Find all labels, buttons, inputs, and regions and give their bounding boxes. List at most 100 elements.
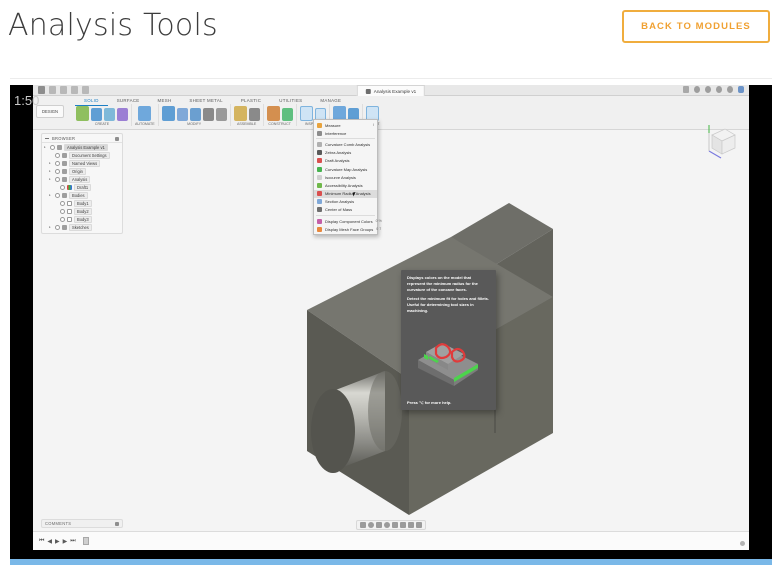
menu-item-minimum-radius-analysis[interactable]: Minimum Radius Analysis	[314, 189, 377, 198]
menu-item-draft-analysis[interactable]: Draft Analysis	[314, 157, 377, 165]
menu-item-label: Display Mesh Face Groups	[325, 226, 374, 232]
panel-button-row[interactable]	[266, 104, 293, 121]
ribbon-command-button[interactable]	[176, 108, 188, 121]
panel-button-row[interactable]	[76, 104, 128, 121]
menu-item-curvature-map-analysis[interactable]: Curvature Map Analysis	[314, 165, 377, 173]
timeline-prev-icon[interactable]: ◀	[47, 538, 52, 545]
job-status-icon[interactable]	[694, 86, 700, 93]
look-at-icon[interactable]	[392, 522, 398, 528]
comments-label: COMMENTS	[45, 521, 72, 526]
ribbon-command-button[interactable]	[215, 108, 227, 121]
extensions-icon[interactable]	[705, 86, 711, 93]
viewports-icon[interactable]	[416, 522, 422, 528]
ribbon-command-button[interactable]	[117, 108, 128, 121]
panel-button-row[interactable]	[161, 104, 227, 121]
timeline-next-icon[interactable]: ▶	[63, 538, 68, 545]
menu-item-curvature-comb-analysis[interactable]: Curvature Comb Analysis	[314, 140, 377, 148]
ribbon-panel-create: CREATE	[73, 104, 132, 126]
undo-icon[interactable]	[71, 86, 78, 94]
model-viewport[interactable]	[33, 133, 749, 531]
file-icon[interactable]	[60, 86, 67, 94]
document-tab-label: Analysis Example v1	[373, 88, 417, 94]
pan-icon[interactable]	[368, 522, 374, 528]
save-icon[interactable]	[49, 86, 56, 94]
account-avatar[interactable]	[738, 86, 744, 93]
menu-item-interference[interactable]: Interference	[314, 129, 377, 137]
menu-item-label: Curvature Map Analysis	[325, 166, 368, 172]
menu-item-zebra-analysis[interactable]: Zebra Analysis	[314, 149, 377, 157]
video-player[interactable]: 1:50 Analysis Example v1 DESIGN SOLID SU…	[10, 85, 772, 565]
panel-button-row[interactable]	[138, 104, 152, 121]
page-title: Analysis Tools	[8, 8, 218, 43]
add-tab-icon[interactable]	[683, 86, 689, 93]
menu-item-icon	[317, 226, 322, 232]
menu-item-accessibility-analysis[interactable]: Accessibility Analysis	[314, 181, 377, 189]
timeline-first-icon[interactable]: ⏮	[39, 538, 44, 545]
status-indicator	[740, 541, 745, 546]
header-divider	[10, 78, 772, 79]
ribbon-command-button[interactable]	[299, 106, 313, 121]
inspect-dropdown-menu[interactable]: Measure I Interference Curvature Comb Analy…	[313, 119, 382, 236]
ribbon-command-button[interactable]	[76, 106, 89, 121]
menu-item-icon	[317, 150, 322, 156]
menu-item-display-component-colors[interactable]: Display Component Colors 0 %	[314, 217, 382, 225]
display-settings-icon[interactable]	[400, 522, 406, 528]
menu-item-display-mesh-face-groups[interactable]: Display Mesh Face Groups 0 7	[314, 225, 381, 233]
document-icon	[365, 88, 371, 94]
fusion360-application: Analysis Example v1 DESIGN SOLID SURFACE M…	[33, 85, 749, 550]
comments-pin-icon[interactable]	[115, 521, 119, 526]
ribbon-command-button[interactable]	[248, 108, 260, 121]
ribbon-command-button[interactable]	[138, 106, 152, 121]
tooltip-paragraph-1: Displays colors on the model that repres…	[407, 275, 478, 292]
menu-item-label: Center of Mass	[325, 207, 353, 213]
ribbon-panel-assemble: ASSEMBLE	[231, 104, 264, 126]
menu-item-section-analysis[interactable]: Section Analysis	[314, 198, 377, 206]
menu-item-measure[interactable]: Measure I	[314, 121, 377, 129]
ribbon-command-button[interactable]	[281, 108, 293, 121]
navigation-bar[interactable]	[356, 520, 426, 530]
comments-panel[interactable]: COMMENTS	[41, 519, 123, 528]
ribbon-panel-construct: CONSTRUCT	[264, 104, 297, 126]
model-boss-base	[368, 371, 402, 451]
orbit-icon[interactable]	[360, 522, 366, 528]
ribbon-panel-automate: AUTOMATE	[132, 104, 159, 126]
ribbon-command-button[interactable]	[161, 106, 175, 121]
video-progress-bar[interactable]	[10, 559, 772, 565]
titlebar-actions[interactable]	[683, 86, 744, 93]
menu-item-label: Interference	[325, 130, 347, 136]
ribbon-command-button[interactable]	[233, 106, 247, 121]
menu-item-label: Zebra Analysis	[325, 150, 352, 156]
panel-button-row[interactable]	[233, 104, 260, 121]
timeline-play-icon[interactable]: ▶	[55, 538, 60, 545]
timeline-feature-marker[interactable]	[82, 537, 89, 545]
quick-access-toolbar[interactable]	[38, 86, 89, 94]
view-cube[interactable]	[699, 123, 741, 165]
grid-settings-icon[interactable]	[408, 522, 414, 528]
ribbon-command-button[interactable]	[91, 108, 102, 121]
ribbon-command-button[interactable]	[104, 108, 115, 121]
menu-item-icon	[317, 174, 322, 180]
back-to-modules-button[interactable]: Back to Modules	[622, 10, 770, 43]
menu-separator	[316, 138, 375, 140]
help-icon[interactable]	[727, 86, 733, 93]
menu-item-icon	[317, 191, 322, 197]
menu-item-label: Section Analysis	[325, 199, 355, 205]
menu-item-isocurve-analysis[interactable]: Isocurve Analysis	[314, 173, 377, 181]
notifications-icon[interactable]	[716, 86, 722, 93]
document-tab[interactable]: Analysis Example v1	[356, 85, 426, 96]
menu-item-center-of-mass[interactable]: Center of Mass	[314, 206, 377, 214]
design-timeline[interactable]: ⏮ ◀ ▶ ▶ ⏭	[33, 531, 749, 550]
fit-icon[interactable]	[384, 522, 390, 528]
zoom-icon[interactable]	[376, 522, 382, 528]
menu-item-icon	[317, 166, 322, 172]
ribbon-command-button[interactable]	[189, 108, 201, 121]
ribbon-command-button[interactable]	[202, 108, 214, 121]
ribbon-panels[interactable]: CREATEAUTOMATEMODIFYASSEMBLECONSTRUCTINS…	[73, 104, 747, 126]
panel-label: MODIFY	[187, 122, 202, 126]
redo-icon[interactable]	[82, 86, 89, 94]
tooltip-footer: Press ⌥ for more help.	[407, 400, 452, 405]
inspect-menu-list[interactable]: Measure I Interference Curvature Comb Analy…	[314, 121, 382, 233]
timeline-last-icon[interactable]: ⏭	[70, 538, 75, 545]
workspace-switcher[interactable]: DESIGN	[36, 105, 65, 118]
ribbon-command-button[interactable]	[266, 106, 280, 121]
